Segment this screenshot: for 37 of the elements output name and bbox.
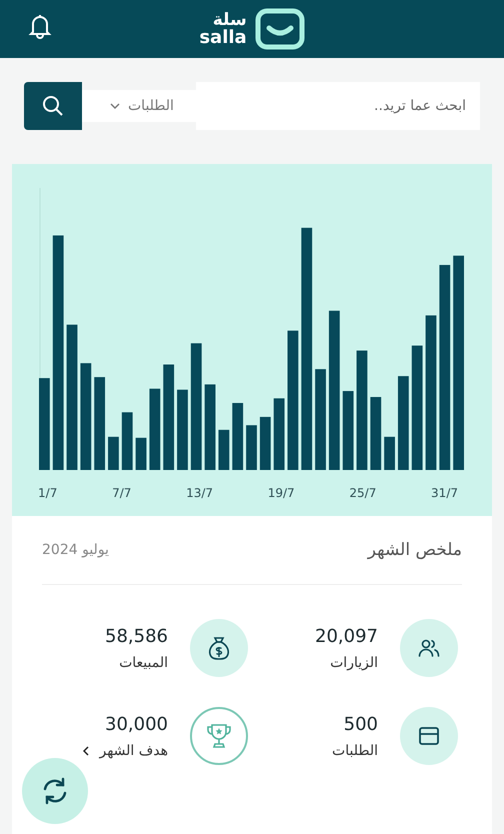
- section-title: ملخص الشهر: [368, 540, 462, 560]
- chevron-icon: [110, 103, 120, 109]
- stat-label: المبيعات: [119, 654, 168, 670]
- bar: [232, 402, 244, 470]
- stat-value: 30,000: [105, 714, 168, 734]
- bar: [384, 436, 395, 470]
- bar: [246, 425, 257, 470]
- stat-label: الطلبات: [332, 742, 378, 758]
- bar: [218, 430, 230, 470]
- bar: [274, 398, 285, 470]
- axis-label: 13/7: [186, 486, 214, 500]
- axis-label: 19/7: [268, 486, 295, 500]
- trophy-icon: [206, 722, 232, 750]
- logo-icon: [254, 8, 305, 50]
- bar: [108, 436, 119, 470]
- bar: [260, 416, 271, 470]
- search-button[interactable]: [24, 82, 82, 130]
- scope-dropdown[interactable]: الطلبات: [82, 90, 196, 122]
- axis-label: 7/7: [112, 486, 132, 500]
- stat-label: الزيارات: [330, 654, 378, 670]
- axis-label: 25/7: [349, 486, 376, 500]
- search-icon: [42, 95, 64, 117]
- stat-value: 20,097: [315, 626, 378, 646]
- stat-link[interactable]: هدف الشهر: [83, 742, 168, 758]
- money-bag-icon: [207, 635, 231, 661]
- box-icon: [417, 724, 441, 748]
- axis-label: 1/7: [38, 486, 58, 500]
- stat-value: 58,586: [105, 626, 168, 646]
- chevron-icon: [83, 746, 90, 756]
- logo-text: سلة: [212, 12, 247, 28]
- stat-value: 500: [344, 714, 378, 734]
- bell-icon[interactable]: [26, 12, 54, 40]
- bar: [136, 438, 146, 470]
- axis-label: 31/7: [431, 486, 458, 500]
- bar: [122, 412, 133, 470]
- logo-text: salla: [199, 28, 247, 46]
- period-label: يوليو 2024: [42, 542, 109, 558]
